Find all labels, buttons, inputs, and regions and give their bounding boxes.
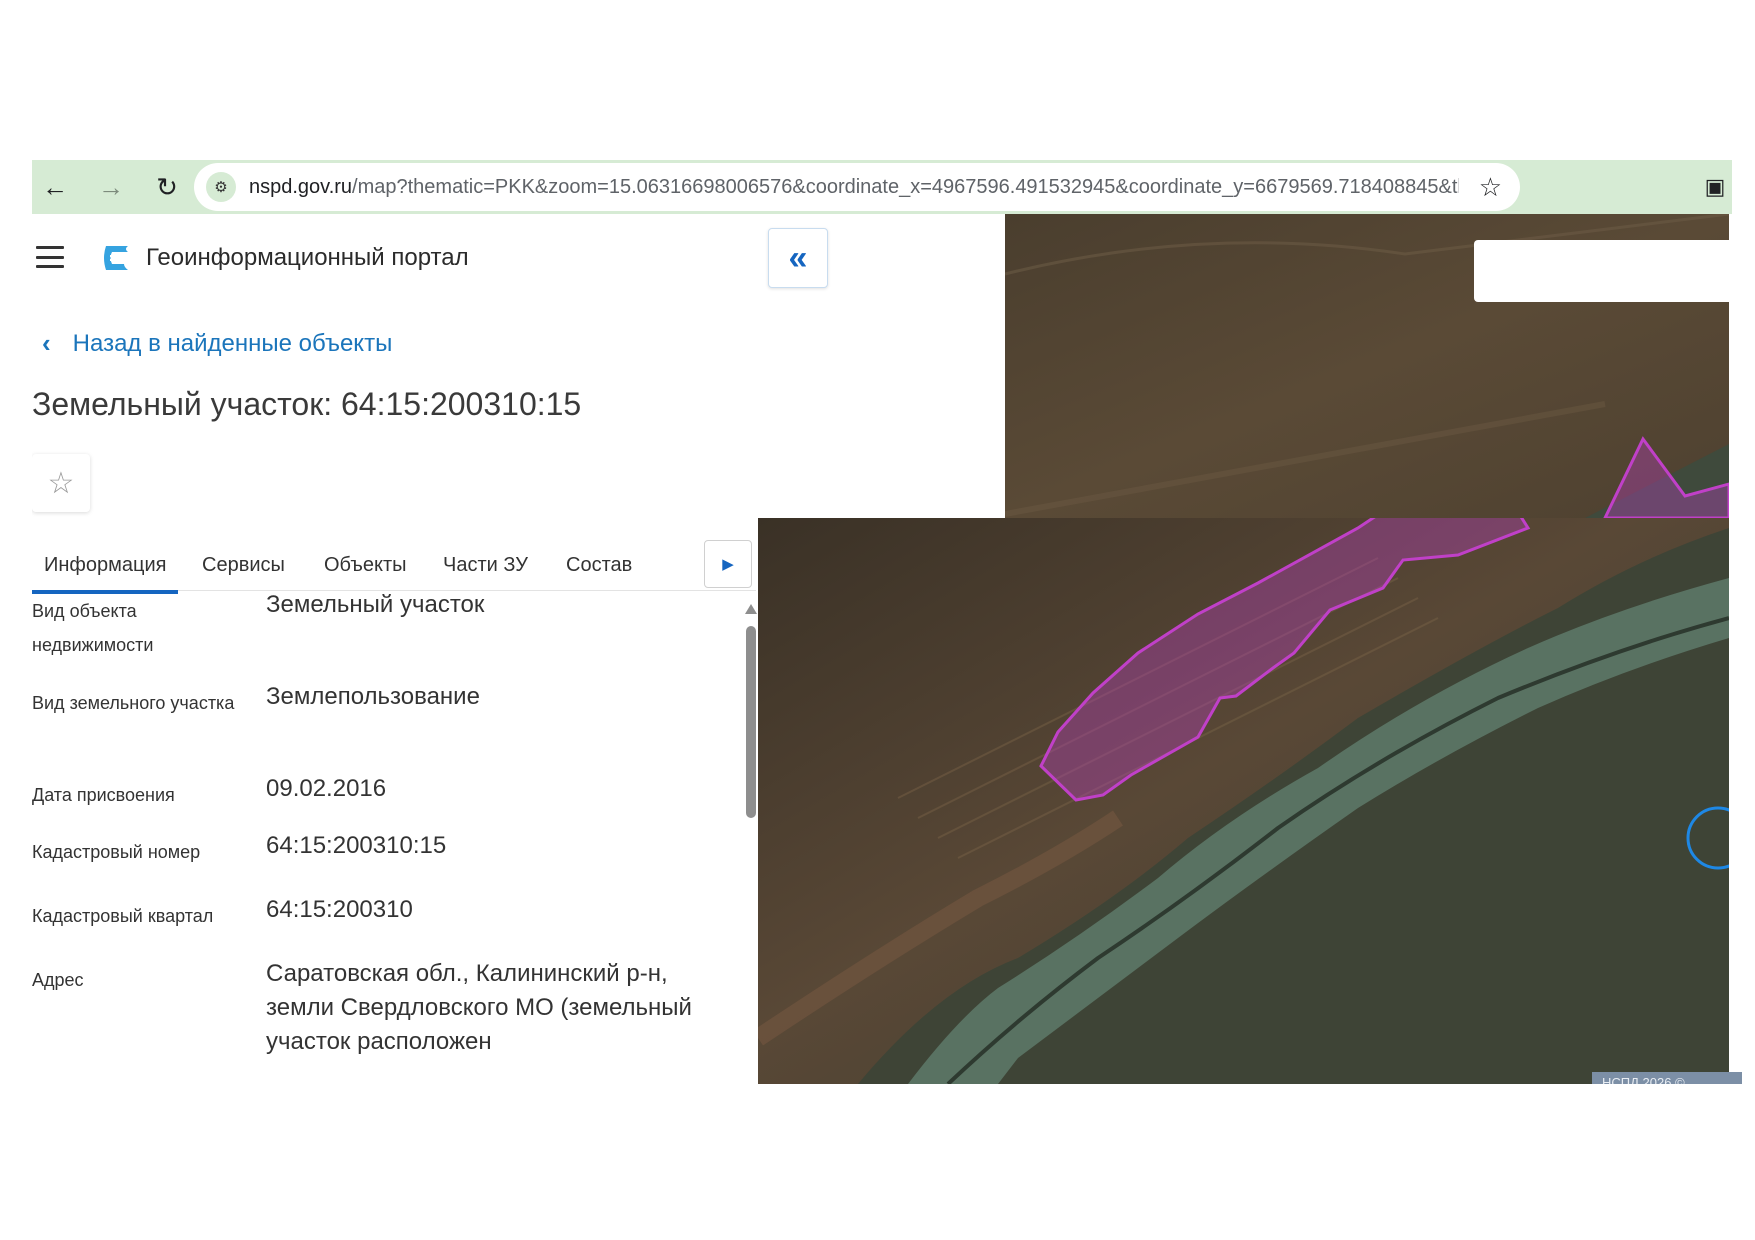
url-host: nspd.gov.ru bbox=[249, 176, 353, 198]
info-scrollbar[interactable] bbox=[744, 604, 758, 1078]
info-value: 09.02.2016 bbox=[266, 775, 387, 802]
double-chevron-left-icon: « bbox=[788, 238, 808, 277]
url-text[interactable]: nspd.gov.ru/map?thematic=PKK&zoom=15.063… bbox=[249, 176, 1459, 199]
reload-icon[interactable]: ↻ bbox=[150, 170, 184, 204]
browser-toolbar: ← → ↻ ⚙ nspd.gov.ru/map?thematic=PKK&zoo… bbox=[32, 160, 1732, 214]
back-arrow-icon[interactable]: ← bbox=[38, 170, 72, 204]
object-info-panel: Геоинформационный портал ‹ Назад в найде… bbox=[32, 214, 760, 1084]
scroll-up-arrow-icon[interactable] bbox=[745, 604, 757, 614]
back-link-label: Назад в найденные объекты bbox=[72, 329, 393, 357]
tab-information[interactable]: Информация bbox=[32, 554, 179, 594]
tab-parts[interactable]: Части ЗУ bbox=[443, 554, 528, 577]
bookmark-star-icon[interactable]: ☆ bbox=[1479, 172, 1502, 203]
tabs-scroll-right-icon[interactable]: ▶ bbox=[704, 540, 752, 588]
map-search-box[interactable] bbox=[1474, 240, 1729, 302]
info-value: 64:15:200310:15 bbox=[266, 832, 447, 859]
tab-services[interactable]: Сервисы bbox=[202, 554, 285, 577]
satellite-map-lower[interactable] bbox=[758, 518, 1729, 1084]
back-to-results-link[interactable]: ‹ Назад в найденные объекты bbox=[42, 328, 392, 359]
info-value: Саратовская обл., Калининский р-н, земли… bbox=[266, 960, 692, 1055]
info-label: Вид объекта недвижимости bbox=[32, 601, 154, 655]
address-bar[interactable]: ⚙ nspd.gov.ru/map?thematic=PKK&zoom=15.0… bbox=[194, 163, 1520, 211]
tab-objects[interactable]: Объекты bbox=[324, 554, 406, 577]
info-label: Кадастровый квартал bbox=[32, 906, 214, 926]
object-title: Земельный участок: 64:15:200310:15 bbox=[32, 386, 582, 422]
scroll-thumb[interactable] bbox=[746, 626, 756, 818]
chevron-left-icon: ‹ bbox=[42, 328, 51, 358]
info-value: 64:15:200310 bbox=[266, 896, 413, 923]
url-path: /map?thematic=PKK&zoom=15.06316698006576… bbox=[352, 176, 1459, 198]
map-attribution: НСПД 2026 © bbox=[1592, 1072, 1742, 1084]
tab-bar: Информация Сервисы Объекты Части ЗУ Сост… bbox=[32, 540, 756, 594]
portal-title: Геоинформационный портал bbox=[146, 244, 469, 271]
info-label: Дата присвоения bbox=[32, 785, 175, 805]
info-value: Землепользование bbox=[266, 683, 480, 710]
forward-arrow-icon[interactable]: → bbox=[94, 170, 128, 204]
extensions-icon[interactable]: ▣ bbox=[1698, 170, 1732, 204]
site-info-icon[interactable]: ⚙ bbox=[206, 172, 236, 202]
info-value: Земельный участок bbox=[266, 591, 485, 618]
info-label: Кадастровый номер bbox=[32, 842, 201, 862]
tab-composition[interactable]: Состав bbox=[566, 554, 632, 577]
info-label: Вид земельного участка bbox=[32, 693, 235, 713]
hamburger-menu-icon[interactable] bbox=[36, 246, 64, 268]
favorite-star-icon[interactable]: ☆ bbox=[32, 454, 90, 512]
portal-logo-icon bbox=[104, 246, 128, 270]
info-label: Адрес bbox=[32, 970, 84, 990]
collapse-panel-button[interactable]: « bbox=[768, 228, 828, 288]
